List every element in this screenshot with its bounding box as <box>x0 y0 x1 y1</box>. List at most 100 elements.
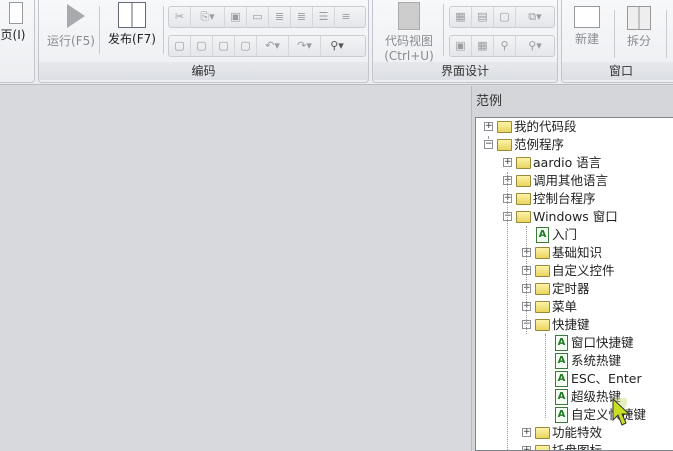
tree-item-label: 托盘图标 <box>552 443 603 451</box>
redo-icon[interactable]: ↷▾ <box>289 36 321 56</box>
align-icon[interactable]: ☰ <box>313 7 335 27</box>
examples-tree[interactable]: + 我的代码段 − 范例程序 + aardio 语言 + 调用其他语言 + 控制台程序 − Windo… <box>475 117 673 451</box>
tree-item-label: 我的代码段 <box>514 119 577 134</box>
folder-icon <box>535 319 550 331</box>
folder-icon <box>516 211 531 223</box>
aardio-file-icon: A <box>536 227 549 243</box>
tree-item[interactable]: − 快捷键 <box>476 316 673 334</box>
tree-item-label: 菜单 <box>552 299 578 314</box>
cut-icon[interactable]: ✂ <box>169 7 191 27</box>
ribbon-group-ui-design: 代码视图 (Ctrl+U) ▦ ▤ ▢ ⧉▾ ▣ ▦ ⚲ ⚲▾ 界面设计 <box>372 0 558 83</box>
box-icon[interactable]: ▣ <box>450 36 472 56</box>
outdent-icon[interactable]: ≣ <box>291 7 313 27</box>
form-icon[interactable]: ▤ <box>472 7 494 27</box>
tree-item[interactable]: + 控制台程序 <box>476 190 673 208</box>
pin-dropdown-icon[interactable]: ⚲▾ <box>516 36 554 56</box>
divider <box>443 4 444 56</box>
bookmark-prev-icon[interactable]: ▢ <box>213 36 235 56</box>
tree-item-label: 自定义控件 <box>552 263 615 278</box>
tree-item[interactable]: A ESC、Enter <box>476 370 673 388</box>
tree-item-label: Windows 窗口 <box>533 209 618 224</box>
code-view-button[interactable]: 代码视图 (Ctrl+U) <box>377 2 441 64</box>
play-icon <box>67 4 85 28</box>
tree-line <box>507 172 508 450</box>
tree-item[interactable]: − 范例程序 <box>476 136 673 154</box>
publish-label: 发布(F7) <box>108 32 156 46</box>
new-window-label: 新建 <box>574 32 599 46</box>
tree-item[interactable]: A 自定义快捷键 <box>476 406 673 424</box>
tree-item[interactable]: + 定时器 <box>476 280 673 298</box>
tree-item-label: 系统热键 <box>571 353 622 368</box>
tree-item-label: ESC、Enter <box>571 371 642 386</box>
aardio-file-icon: A <box>555 353 568 369</box>
tree-item[interactable]: + aardio 语言 <box>476 154 673 172</box>
arrange-icon[interactable]: ⧉▾ <box>516 7 554 27</box>
tree-item-label: 范例程序 <box>514 137 565 152</box>
expand-icon[interactable]: + <box>522 446 531 450</box>
tree-item[interactable]: + 调用其他语言 <box>476 172 673 190</box>
ribbon: 页(I) 运行(F5) 发布(F7) ✂ ⎘▾ ▣ ▭ ≣ ≣ ☰ ≡ ▢ ▢ ▢ ▢ ↶▾ ↷▾ ⚲▾ … <box>0 0 673 85</box>
tree-item[interactable]: + 基础知识 <box>476 244 673 262</box>
grid-icon[interactable]: ▦ <box>472 36 494 56</box>
select-icon[interactable]: ▭ <box>247 7 269 27</box>
examples-panel: 范例 + 我的代码段 − 范例程序 + aardio 语言 + 调用其他语言 + 控制台程序 − Wi… <box>471 86 673 451</box>
tree-item[interactable]: A 入门 <box>476 226 673 244</box>
aardio-file-icon: A <box>555 389 568 405</box>
aardio-file-icon: A <box>555 407 568 423</box>
design-toolbar-row1: ▦ ▤ ▢ ⧉▾ <box>449 6 555 28</box>
layout-icon[interactable]: ▦ <box>450 7 472 27</box>
pin-icon[interactable]: ⚲ <box>494 36 516 56</box>
indent-icon[interactable]: ≣ <box>269 7 291 27</box>
tree-item-label: 窗口快捷键 <box>571 335 634 350</box>
tree-item[interactable]: A 系统热键 <box>476 352 673 370</box>
copy-icon[interactable]: ⎘▾ <box>191 7 225 27</box>
comment-icon[interactable]: ≡ <box>335 7 357 27</box>
expand-icon[interactable]: + <box>484 122 493 131</box>
split-icon <box>627 6 651 30</box>
new-window-button[interactable]: 新建 <box>564 2 610 47</box>
folder-icon <box>497 139 512 151</box>
tree-item[interactable]: + 自定义控件 <box>476 262 673 280</box>
tree-item-label: 控制台程序 <box>533 191 596 206</box>
page-button-label: 页(I) <box>0 28 26 42</box>
collapse-icon[interactable]: − <box>484 140 493 149</box>
frame-icon[interactable]: ▢ <box>494 7 516 27</box>
folder-icon <box>516 157 531 169</box>
clipboard-icon <box>398 2 420 30</box>
tree-item[interactable]: A 超级热键 <box>476 388 673 406</box>
folder-icon <box>516 175 531 187</box>
tree-item[interactable]: + 托盘图标 <box>476 442 673 451</box>
edit-toolbar-row1: ✂ ⎘▾ ▣ ▭ ≣ ≣ ☰ ≡ <box>168 6 366 28</box>
document-icon <box>9 2 23 24</box>
tree-item-label: 快捷键 <box>552 317 590 332</box>
page-button[interactable]: 页(I) <box>0 2 31 43</box>
folder-icon <box>535 247 550 259</box>
publish-icon <box>118 2 146 28</box>
tree-line <box>526 226 527 334</box>
tree-item[interactable]: + 菜单 <box>476 298 673 316</box>
find-icon[interactable]: ⚲▾ <box>321 36 353 56</box>
split-button[interactable]: 拆分 <box>616 2 662 49</box>
tree-item[interactable]: + 功能特效 <box>476 424 673 442</box>
bookmark-clear-icon[interactable]: ▢ <box>235 36 257 56</box>
run-button[interactable]: 运行(F5) <box>43 2 99 49</box>
tree-item[interactable]: − Windows 窗口 <box>476 208 673 226</box>
undo-icon[interactable]: ↶▾ <box>257 36 289 56</box>
divider <box>163 6 164 54</box>
tree-item[interactable]: A 窗口快捷键 <box>476 334 673 352</box>
tree-line <box>545 334 546 418</box>
tree-item[interactable]: + 我的代码段 <box>476 118 673 136</box>
edit-toolbar-row2: ▢ ▢ ▢ ▢ ↶▾ ↷▾ ⚲▾ <box>168 35 366 57</box>
aardio-file-icon: A <box>555 371 568 387</box>
expand-icon[interactable]: + <box>522 428 531 437</box>
ribbon-group-partial: 页(I) <box>0 0 35 83</box>
divider <box>614 10 615 58</box>
tree-line <box>488 136 489 138</box>
ribbon-group-window: 新建 拆分 窗口 <box>561 0 673 83</box>
rect-icon[interactable]: ▢ <box>169 36 191 56</box>
expand-icon[interactable]: + <box>503 158 512 167</box>
design-toolbar-row2: ▣ ▦ ⚲ ⚲▾ <box>449 35 555 57</box>
publish-button[interactable]: 发布(F7) <box>103 2 161 47</box>
bookmark-next-icon[interactable]: ▢ <box>191 36 213 56</box>
paste-icon[interactable]: ▣ <box>225 7 247 27</box>
